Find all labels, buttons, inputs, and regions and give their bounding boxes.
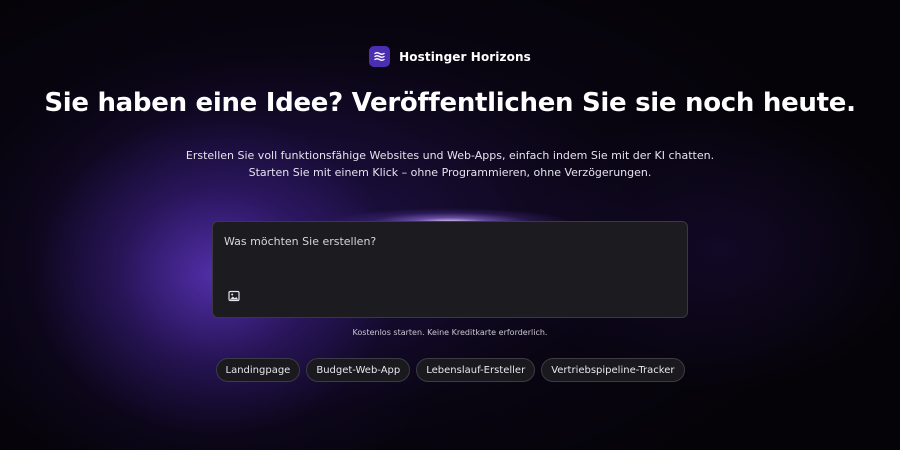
suggestion-chip-sales-pipeline-tracker[interactable]: Vertriebspipeline-Tracker bbox=[541, 358, 685, 382]
hero-subtitle: Erstellen Sie voll funktionsfähige Websi… bbox=[0, 147, 900, 181]
page-title: Sie haben eine Idee? Veröffentlichen Sie… bbox=[44, 88, 856, 118]
suggestion-chip-landingpage[interactable]: Landingpage bbox=[215, 358, 301, 382]
free-start-note: Kostenlos starten. Keine Kreditkarte erf… bbox=[352, 328, 548, 337]
suggestion-chip-budget-web-app[interactable]: Budget-Web-App bbox=[306, 358, 411, 382]
prompt-input[interactable] bbox=[224, 235, 674, 283]
image-icon[interactable] bbox=[226, 288, 242, 304]
landing-page: Hostinger Horizons Sie haben eine Idee? … bbox=[0, 0, 900, 450]
subtitle-line-2: Starten Sie mit einem Klick – ohne Progr… bbox=[248, 166, 652, 179]
brand-name: Hostinger Horizons bbox=[399, 49, 531, 64]
suggestion-chips: Landingpage Budget-Web-App Lebenslauf-Er… bbox=[0, 358, 900, 382]
prompt-box bbox=[212, 221, 688, 318]
subtitle-line-1: Erstellen Sie voll funktionsfähige Websi… bbox=[185, 149, 715, 162]
suggestion-chip-resume-builder[interactable]: Lebenslauf-Ersteller bbox=[416, 358, 536, 382]
brand-header: Hostinger Horizons bbox=[0, 46, 900, 67]
horizons-waves-icon bbox=[369, 46, 391, 67]
